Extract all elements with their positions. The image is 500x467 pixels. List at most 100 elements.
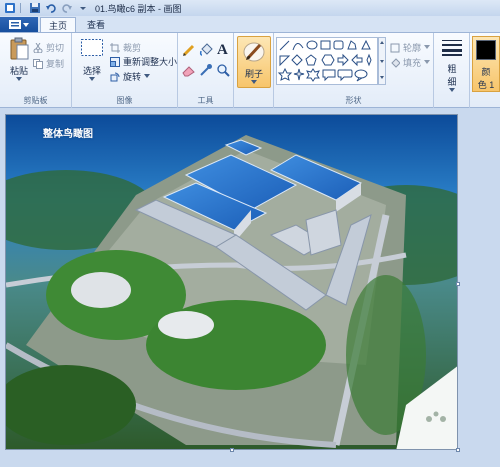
outline-button[interactable]: 轮廓 <box>390 41 431 54</box>
fill-label: 填充 <box>403 58 422 68</box>
outline-label: 轮廓 <box>403 43 422 53</box>
menu-icon <box>9 20 21 29</box>
fill-icon <box>391 57 400 68</box>
undo-icon[interactable] <box>45 2 57 14</box>
outline-icon <box>390 43 400 52</box>
quick-access-dropdown-icon[interactable] <box>77 2 89 14</box>
select-label: 选择 <box>82 66 101 76</box>
resize-label: 重新调整大小 <box>123 57 178 67</box>
aerial-view-image <box>6 115 457 449</box>
chevron-down-icon <box>89 77 95 81</box>
save-icon[interactable] <box>29 2 41 14</box>
clipboard-group: 粘贴 剪切 复制 剪贴板 <box>0 33 72 108</box>
tools-group-label: 工具 <box>197 96 214 105</box>
diamond-shape-icon <box>291 54 303 66</box>
paint-app-icon[interactable] <box>4 2 16 14</box>
clipboard-group-label: 剪贴板 <box>23 96 48 105</box>
svg-text:A: A <box>217 42 228 57</box>
up-arrow-shape-icon <box>366 53 372 67</box>
resize-button[interactable]: 重新调整大小 <box>110 55 177 68</box>
copy-icon <box>33 58 43 69</box>
crop-label: 裁剪 <box>123 43 142 53</box>
chevron-down-icon <box>424 60 431 64</box>
image-group-label: 图像 <box>116 96 133 105</box>
copy-button[interactable]: 复制 <box>33 57 64 70</box>
fill-button[interactable]: 填充 <box>390 56 431 69</box>
line-shape-icon <box>279 40 290 51</box>
hexagon-shape-icon <box>321 54 335 66</box>
tab-view[interactable]: 查看 <box>80 17 112 32</box>
four-point-star-shape-icon <box>293 68 305 81</box>
six-point-star-shape-icon <box>306 68 320 82</box>
text-tool-icon[interactable]: A <box>216 41 230 59</box>
star-shape-icon <box>277 67 293 81</box>
rounded-rectangle-shape-icon <box>333 40 344 50</box>
select-rectangle-icon <box>81 39 103 56</box>
image-caption: 整体鸟瞰图 <box>43 129 93 140</box>
size-label-line2: 细 <box>447 77 457 88</box>
pencil-icon[interactable] <box>182 43 196 59</box>
rectangle-shape-icon <box>320 40 331 50</box>
image-canvas[interactable]: 整体鸟瞰图 <box>5 114 458 450</box>
crop-icon <box>110 42 120 53</box>
cut-button[interactable]: 剪切 <box>33 41 64 54</box>
curve-shape-icon <box>292 43 304 51</box>
color-picker-icon[interactable] <box>199 63 213 79</box>
chevron-down-icon <box>424 45 431 49</box>
tools-group: A 工具 <box>178 33 234 108</box>
paste-button[interactable]: 粘贴 <box>6 37 32 82</box>
resize-handle-right[interactable] <box>456 282 460 286</box>
ribbon-tab-row: 主页 查看 <box>0 16 500 32</box>
rotate-button[interactable]: 旋转 <box>110 70 151 83</box>
color1-button[interactable]: 颜 色 1 <box>472 36 500 92</box>
cut-label: 剪切 <box>46 43 65 53</box>
redo-icon[interactable] <box>61 2 73 14</box>
size-group: 粗 细 <box>434 33 470 108</box>
shapes-gallery-icons <box>277 39 372 82</box>
crop-button[interactable]: 裁剪 <box>110 41 141 54</box>
eraser-icon[interactable] <box>182 63 196 79</box>
color1-swatch <box>476 40 496 60</box>
shapes-scrollbar[interactable] <box>378 37 386 85</box>
resize-handle-bottom[interactable] <box>230 448 234 452</box>
left-arrow-shape-icon <box>351 53 363 67</box>
chevron-down-icon <box>144 74 151 78</box>
chevron-down-icon <box>251 80 257 84</box>
oval-shape-icon <box>306 40 318 50</box>
oval-callout-shape-icon <box>354 69 368 79</box>
shapes-gallery <box>276 37 378 85</box>
select-button[interactable]: 选择 <box>78 37 106 82</box>
scissors-icon <box>33 42 43 53</box>
color1-label-line1: 颜 <box>481 67 491 77</box>
chevron-down-icon <box>23 22 29 27</box>
image-group: 选择 裁剪 重新调整大小 旋转 图像 <box>72 33 178 108</box>
clipboard-icon <box>10 37 29 60</box>
size-button[interactable]: 粗 细 <box>437 37 467 93</box>
rotate-label: 旋转 <box>123 72 142 82</box>
brushes-button[interactable]: 刷子 <box>237 36 271 88</box>
tab-home[interactable]: 主页 <box>40 17 76 32</box>
resize-handle-corner[interactable] <box>456 448 460 452</box>
ribbon: 粘贴 剪切 复制 剪贴板 选择 裁剪 重新调整大小 旋转 图像 A 工具 刷子 … <box>0 32 500 108</box>
paste-label: 粘贴 <box>9 66 28 76</box>
brush-icon <box>243 42 265 62</box>
title-bar: 01.鸟瞰c6 副本 - 画图 <box>0 0 500 16</box>
right-triangle-shape-icon <box>279 55 291 67</box>
triangle-shape-icon <box>361 39 371 50</box>
resize-icon <box>110 56 120 67</box>
color1-label-line2: 色 1 <box>477 80 495 90</box>
chevron-down-icon <box>16 77 22 81</box>
pentagon-shape-icon <box>305 54 317 66</box>
rotate-icon <box>110 72 120 81</box>
right-arrow-shape-icon <box>337 53 349 67</box>
polygon-shape-icon <box>347 40 357 50</box>
canvas-area: 整体鸟瞰图 <box>0 108 500 467</box>
file-menu-button[interactable] <box>0 17 38 32</box>
window-title: 01.鸟瞰c6 副本 - 画图 <box>95 3 182 14</box>
shapes-group-label: 形状 <box>345 96 362 105</box>
colors-group: 颜 色 1 <box>470 33 500 108</box>
magnifier-icon[interactable] <box>216 63 230 79</box>
fill-bucket-icon[interactable] <box>199 43 213 59</box>
rounded-callout-shape-icon <box>337 69 353 82</box>
brushes-label: 刷子 <box>244 69 263 79</box>
